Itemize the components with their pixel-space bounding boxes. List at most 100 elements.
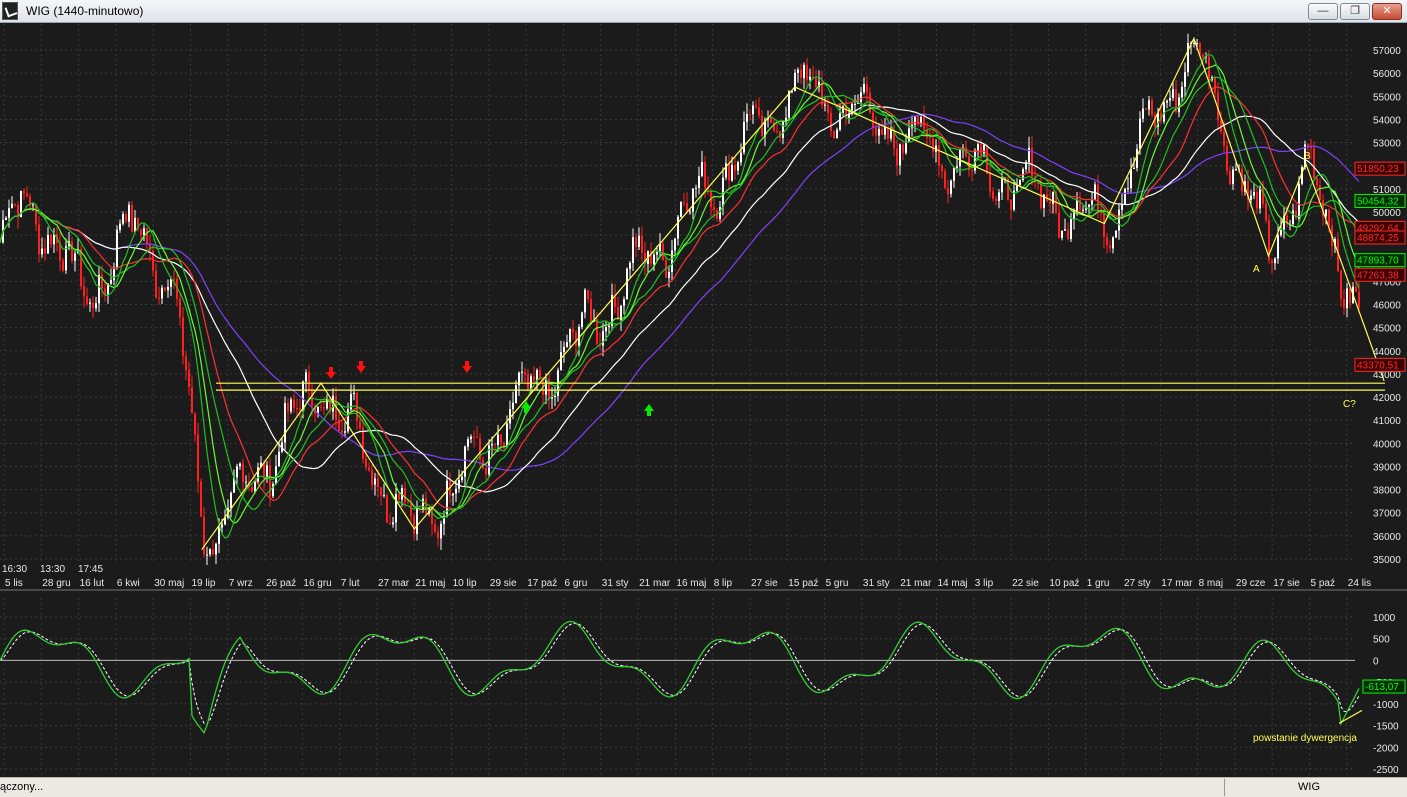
chart-area[interactable]: 5700056000550005400053000520005100050000…	[0, 24, 1407, 776]
date-axis-label: 14 maj	[938, 578, 968, 589]
candle-body	[128, 204, 130, 222]
price-chart[interactable]: 5700056000550005400053000520005100050000…	[0, 24, 1407, 776]
restore-button[interactable]: ❐	[1340, 3, 1370, 20]
date-axis-label: 6 gru	[565, 578, 588, 589]
app-icon[interactable]	[2, 2, 18, 20]
grid	[0, 24, 1407, 776]
candle-body	[92, 302, 94, 309]
osc-axis-label: -2000	[1373, 743, 1399, 754]
elliott-zigzag	[201, 36, 1385, 551]
time-marker-label: 13:30	[40, 564, 65, 575]
candle-body	[560, 352, 562, 371]
price-axis-label: 57000	[1373, 46, 1401, 57]
price-axis-label: 45000	[1373, 324, 1401, 335]
candle-body	[1184, 72, 1186, 87]
candle-body	[641, 235, 643, 253]
candle-body	[1109, 245, 1111, 249]
candle-body	[209, 549, 211, 555]
candle-body	[740, 152, 742, 163]
candle-body	[164, 287, 166, 291]
candle-body	[1343, 299, 1345, 309]
date-axis-label: 21 mar	[639, 578, 671, 589]
candle-body	[776, 130, 778, 132]
time-marker-label: 16:30	[2, 564, 27, 575]
candle-body	[941, 165, 943, 172]
candle-body	[668, 272, 670, 278]
candle-body	[383, 494, 385, 496]
candle-body	[695, 187, 697, 189]
candle-body	[215, 543, 217, 555]
date-axis-label: 27 sie	[751, 578, 778, 589]
date-axis-label: 16 lut	[80, 578, 105, 589]
price-axis-label: 46000	[1373, 301, 1401, 312]
candle-body	[1181, 86, 1183, 98]
candle-body	[179, 298, 181, 318]
candle-body	[236, 466, 238, 478]
candle-body	[182, 317, 184, 357]
buy-arrow	[644, 404, 654, 416]
candle-body	[167, 286, 169, 291]
osc-axis-label: -1000	[1373, 700, 1399, 711]
candle-body	[929, 137, 931, 139]
candle-body	[704, 162, 706, 188]
candle-body	[806, 64, 808, 80]
date-axis-label: 22 sie	[1012, 578, 1039, 589]
candle-body	[83, 286, 85, 297]
candle-body	[1262, 186, 1264, 204]
candle-body	[506, 423, 508, 448]
candle-body	[125, 214, 127, 222]
candle-body	[656, 251, 658, 255]
candle-body	[584, 289, 586, 313]
candle-body	[1214, 76, 1216, 93]
candle-body	[1166, 100, 1168, 103]
candle-body	[524, 371, 526, 375]
candle-body	[380, 487, 382, 496]
candle-body	[563, 346, 565, 353]
candle-body	[251, 487, 253, 492]
candle-body	[671, 250, 673, 273]
candle-body	[1118, 209, 1120, 231]
candle-body	[824, 104, 826, 106]
price-axis-label: 56000	[1373, 69, 1401, 80]
candle-body	[407, 502, 409, 504]
candle-body	[1172, 89, 1174, 99]
candle-body	[749, 114, 751, 116]
price-axis-label: 55000	[1373, 92, 1401, 103]
minimize-button[interactable]: —	[1308, 3, 1338, 20]
candle-body	[521, 371, 523, 373]
candle-body	[359, 420, 361, 428]
candle-body	[98, 274, 100, 304]
date-axis-label: 31 sty	[863, 578, 890, 589]
candle-body	[902, 144, 904, 153]
candle-body	[1097, 184, 1099, 211]
candle-body	[1250, 195, 1252, 200]
candle-body	[14, 203, 16, 205]
candle-body	[653, 254, 655, 265]
candle-body	[908, 128, 910, 143]
status-connection: ączony...	[0, 781, 44, 793]
candle-body	[1319, 185, 1321, 201]
date-axis-label: 31 sty	[602, 578, 629, 589]
candle-body	[1280, 229, 1282, 236]
candle-body	[956, 166, 958, 168]
candle-body	[1346, 288, 1348, 309]
candle-body	[713, 207, 715, 210]
candle-body	[1349, 288, 1351, 304]
candle-body	[884, 127, 886, 135]
candle-body	[371, 470, 373, 485]
candle-body	[113, 267, 115, 281]
candle-body	[737, 162, 739, 171]
candle-body	[1133, 167, 1135, 169]
close-button[interactable]: ✕	[1372, 3, 1402, 20]
candle-body	[797, 69, 799, 73]
candle-body	[950, 180, 952, 194]
candle-body	[971, 169, 973, 171]
price-value-label: 48874,25	[1357, 233, 1399, 244]
candle-body	[74, 253, 76, 261]
status-divider	[1224, 779, 1225, 796]
price-axis-label: 36000	[1373, 532, 1401, 543]
candle-body	[755, 105, 757, 108]
candle-body	[1130, 168, 1132, 189]
candle-body	[320, 406, 322, 408]
candle-body	[404, 488, 406, 503]
